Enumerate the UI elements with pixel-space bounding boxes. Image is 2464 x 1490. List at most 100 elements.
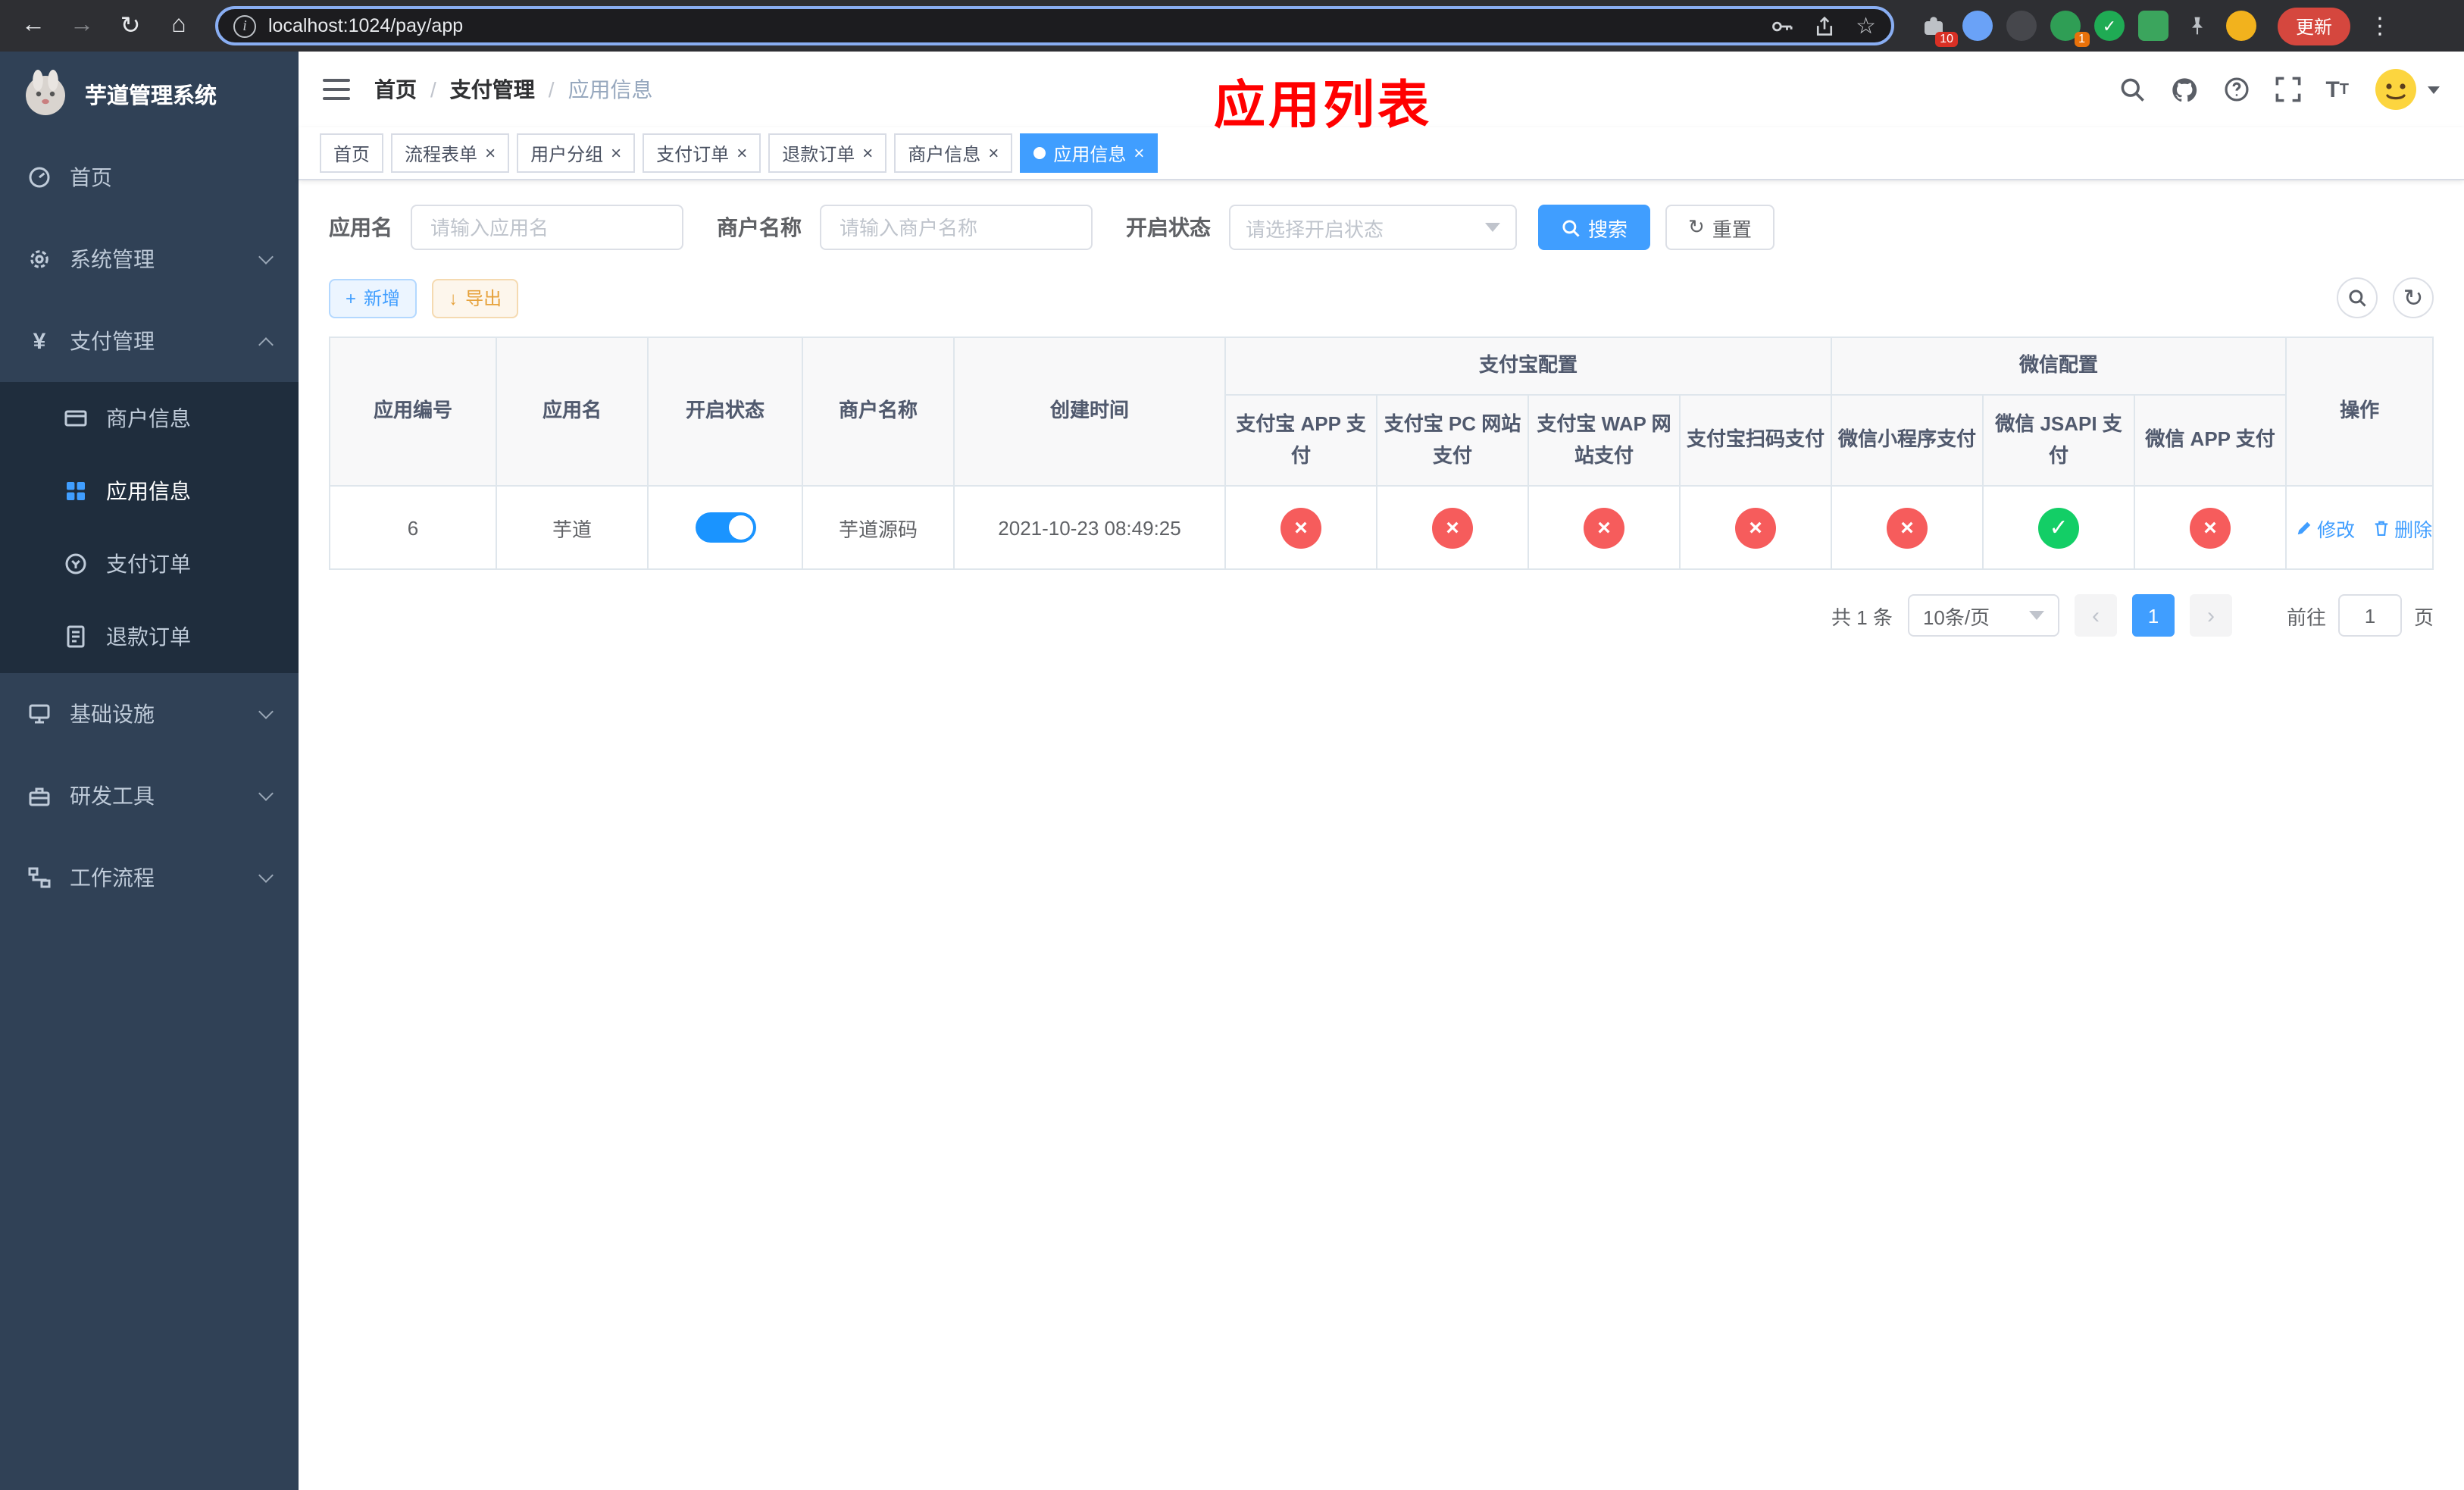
cell-alipay-pc: × (1376, 485, 1529, 571)
app-name-label: 应用名 (329, 215, 392, 239)
url-text[interactable]: localhost:1024/pay/app (268, 15, 1748, 36)
extension-pin-icon[interactable] (2182, 11, 2212, 41)
page-size-select[interactable]: 10条/页 (1907, 594, 2059, 637)
merchant-name-input[interactable] (820, 205, 1093, 250)
extensions-area: 10 1 ✓ (1918, 11, 2256, 47)
tab-process-form[interactable]: 流程表单 × (391, 133, 510, 173)
search-button[interactable]: 搜索 (1538, 205, 1651, 250)
dashboard-icon (29, 167, 50, 188)
extension-blue-icon[interactable] (1962, 11, 1993, 41)
user-avatar[interactable] (2373, 67, 2440, 112)
sidebar-item-refund-order[interactable]: 退款订单 (0, 600, 299, 673)
tab-close-icon[interactable]: × (485, 144, 496, 162)
extension-dark-icon[interactable] (2006, 11, 2037, 41)
tab-app-info[interactable]: 应用信息 × (1020, 133, 1159, 173)
browser-reload-icon[interactable]: ↻ (109, 5, 152, 47)
plus-icon: + (346, 287, 357, 308)
toggle-search-button[interactable] (2337, 277, 2378, 318)
tab-label: 支付订单 (656, 143, 730, 164)
sidebar-item-infrastructure[interactable]: 基础设施 (0, 673, 299, 755)
breadcrumb-item[interactable]: 支付管理 (450, 74, 535, 105)
cell-status (647, 485, 803, 571)
col-header-alipay-wap: 支付宝 WAP 网站支付 (1527, 393, 1681, 487)
tab-close-icon[interactable]: × (736, 144, 747, 162)
sidebar-item-home[interactable]: 首页 (0, 136, 299, 218)
browser-back-icon[interactable]: ← (12, 5, 55, 47)
reset-button[interactable]: ↻ 重置 (1665, 205, 1775, 250)
bookmark-star-icon[interactable]: ☆ (1856, 12, 1876, 39)
sidebar-item-pay-order[interactable]: 支付订单 (0, 527, 299, 600)
site-info-icon[interactable]: i (233, 14, 256, 37)
tab-close-icon[interactable]: × (1134, 144, 1144, 162)
cell-app-id: 6 (329, 485, 497, 571)
font-size-icon[interactable]: TT (2325, 77, 2349, 102)
browser-menu-icon[interactable]: ⋮ (2369, 12, 2391, 39)
browser-update-button[interactable]: 更新 (2278, 7, 2351, 45)
address-bar[interactable]: i localhost:1024/pay/app ☆ (215, 6, 1894, 45)
tab-home[interactable]: 首页 (320, 133, 384, 173)
password-key-icon[interactable] (1769, 14, 1792, 37)
toolbox-icon (29, 787, 50, 806)
col-header-alipay-qr: 支付宝扫码支付 (1678, 393, 1833, 487)
tab-close-icon[interactable]: × (988, 144, 999, 162)
sidebar-item-app-info[interactable]: 应用信息 (0, 455, 299, 527)
sidebar-item-dev-tools[interactable]: 研发工具 (0, 755, 299, 837)
app-name-input[interactable] (411, 205, 683, 250)
col-header-alipay-app: 支付宝 APP 支付 (1224, 393, 1377, 487)
search-icon[interactable] (2118, 76, 2145, 103)
delete-button[interactable]: 删除 (2373, 514, 2432, 543)
tab-user-group[interactable]: 用户分组 × (517, 133, 636, 173)
extension-green-square-icon[interactable] (2138, 11, 2169, 41)
prev-page-button[interactable]: ‹ (2074, 594, 2117, 637)
tab-close-icon[interactable]: × (611, 144, 621, 162)
tab-merchant-info[interactable]: 商户信息 × (894, 133, 1013, 173)
payment-submenu: 商户信息 应用信息 支付订单 退款订单 (0, 382, 299, 673)
help-question-icon[interactable] (2222, 76, 2250, 103)
sidebar-item-label: 工作流程 (70, 866, 155, 890)
extension-face-icon[interactable] (2226, 11, 2256, 41)
browser-forward-icon[interactable]: → (61, 5, 103, 47)
refresh-table-button[interactable]: ↻ (2393, 277, 2434, 318)
tab-pay-order[interactable]: 支付订单 × (643, 133, 761, 173)
tab-refund-order[interactable]: 退款订单 × (768, 133, 887, 173)
config-status-icon: × (2190, 507, 2231, 549)
browser-home-icon[interactable]: ⌂ (158, 5, 200, 47)
config-status-icon: ✓ (2038, 507, 2080, 549)
workflow-icon (28, 867, 51, 888)
export-button[interactable]: ↓ 导出 (432, 278, 519, 318)
card-icon (64, 410, 87, 427)
col-header-app-name: 应用名 (496, 336, 649, 487)
sidebar-collapse-icon[interactable] (323, 79, 350, 100)
extension-avatar-badge: 1 (2074, 32, 2090, 47)
col-header-app-id: 应用编号 (329, 336, 497, 487)
fullscreen-icon[interactable] (2274, 76, 2301, 103)
extension-green-check-icon[interactable]: ✓ (2094, 11, 2125, 41)
sidebar-item-label: 基础设施 (70, 702, 155, 726)
status-toggle[interactable] (695, 512, 755, 543)
status-select[interactable]: 请选择开启状态 (1229, 205, 1517, 250)
share-icon[interactable] (1813, 14, 1834, 37)
tab-label: 应用信息 (1053, 143, 1127, 164)
tab-close-icon[interactable]: × (862, 144, 873, 162)
edit-button[interactable]: 修改 (2296, 514, 2355, 543)
cell-wechat-mini: × (1831, 485, 1984, 571)
chevron-up-icon (258, 337, 274, 352)
breadcrumb-separator: / (548, 77, 555, 102)
page-number-1[interactable]: 1 (2131, 594, 2175, 637)
sidebar-item-workflow[interactable]: 工作流程 (0, 837, 299, 919)
next-page-button[interactable]: › (2189, 594, 2232, 637)
extension-avatar-icon[interactable]: 1 (2050, 11, 2090, 47)
breadcrumb-item[interactable]: 首页 (374, 74, 417, 105)
navbar-tools: TT (2118, 67, 2440, 112)
sidebar-item-payment[interactable]: ¥ 支付管理 (0, 300, 299, 382)
table-right-tools: ↻ (2337, 277, 2434, 318)
sidebar-item-system[interactable]: 系统管理 (0, 218, 299, 300)
sidebar-item-merchant-info[interactable]: 商户信息 (0, 382, 299, 455)
extensions-puzzle-icon[interactable]: 10 (1918, 11, 1958, 47)
add-button[interactable]: + 新增 (329, 278, 417, 318)
cell-wechat-jsapi: ✓ (1982, 485, 2136, 571)
github-icon[interactable] (2169, 75, 2198, 104)
sidebar-item-label: 首页 (70, 165, 112, 189)
sidebar-logo[interactable]: 芋道管理系统 (0, 52, 299, 136)
goto-page-input[interactable] (2337, 594, 2402, 637)
